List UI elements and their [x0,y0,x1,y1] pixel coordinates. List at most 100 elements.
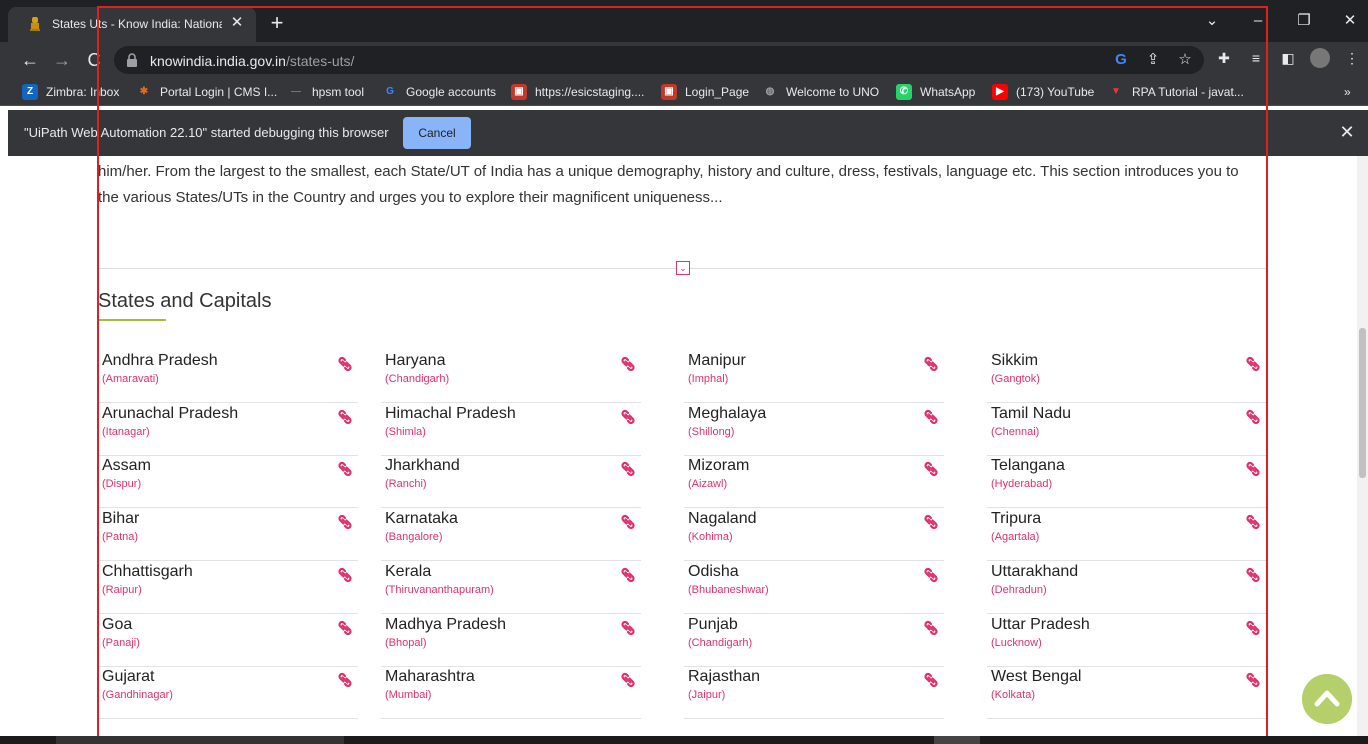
state-name[interactable]: Manipur [688,352,746,370]
link-icon[interactable] [1244,619,1262,637]
bookmark-item[interactable]: ▼ RPA Tutorial - javat... [1108,83,1244,101]
state-item[interactable]: Mizoram (Aizawl) [684,455,944,509]
link-icon[interactable] [922,566,940,584]
state-name[interactable]: Meghalaya [688,405,766,423]
scrollbar-thumb[interactable] [1359,328,1366,478]
state-item[interactable]: Bihar (Patna) [98,508,358,562]
close-window-button[interactable]: ✕ [1336,8,1364,34]
state-name[interactable]: Assam [102,457,151,475]
state-item[interactable]: Uttarakhand (Dehradun) [987,561,1266,614]
bookmarks-overflow-icon[interactable]: » [1344,83,1351,101]
state-name[interactable]: Himachal Pradesh [385,405,516,423]
state-name[interactable]: Odisha [688,563,739,581]
back-button[interactable]: ← [18,48,42,72]
link-icon[interactable] [922,513,940,531]
cancel-button[interactable]: Cancel [403,117,471,149]
tab-search-button[interactable]: ⌄ [1198,8,1226,34]
link-icon[interactable] [1244,408,1262,426]
collapse-chevron-icon[interactable]: ⌄ [676,261,690,275]
state-item[interactable]: Himachal Pradesh (Shimla) [381,403,641,456]
state-item[interactable]: Goa (Panaji) [98,614,358,667]
address-bar[interactable]: knowindia.india.gov.in/states-uts/ G ⇪ ☆ [114,46,1204,74]
state-name[interactable]: Arunachal Pradesh [102,405,238,423]
bookmark-item[interactable]: ✆ WhatsApp [896,83,975,101]
link-icon[interactable] [336,460,354,478]
state-name[interactable]: Gujarat [102,668,154,686]
link-icon[interactable] [619,408,637,426]
link-icon[interactable] [922,355,940,373]
state-item[interactable]: Tamil Nadu (Chennai) [987,403,1266,456]
side-panel-icon[interactable]: ◧ [1278,48,1298,68]
state-name[interactable]: Rajasthan [688,668,760,686]
reading-list-icon[interactable]: ≡ [1246,48,1266,68]
state-name[interactable]: Uttarakhand [991,563,1078,581]
link-icon[interactable] [1244,671,1262,689]
link-icon[interactable] [1244,460,1262,478]
menu-icon[interactable]: ⋮ [1342,48,1362,68]
state-name[interactable]: Madhya Pradesh [385,616,506,634]
state-item[interactable]: Meghalaya (Shillong) [684,403,944,456]
bookmark-item[interactable]: ✱ Portal Login | CMS I... [136,83,277,101]
link-icon[interactable] [1244,566,1262,584]
bookmark-item[interactable]: G Google accounts [382,83,496,101]
link-icon[interactable] [922,671,940,689]
link-icon[interactable] [619,619,637,637]
state-name[interactable]: Mizoram [688,457,749,475]
link-icon[interactable] [336,671,354,689]
state-item[interactable]: Chhattisgarh (Raipur) [98,561,358,614]
link-icon[interactable] [619,513,637,531]
reload-button[interactable]: C [82,48,106,72]
state-name[interactable]: Uttar Pradesh [991,616,1090,634]
state-item[interactable]: Nagaland (Kohima) [684,508,944,562]
state-item[interactable]: Karnataka (Bangalore) [381,508,641,562]
new-tab-button[interactable]: + [266,12,288,34]
state-item[interactable]: Andhra Pradesh (Amaravati) [98,350,358,403]
link-icon[interactable] [619,671,637,689]
link-icon[interactable] [336,566,354,584]
state-item[interactable]: Madhya Pradesh (Bhopal) [381,614,641,667]
taskbar-item[interactable] [934,736,980,744]
link-icon[interactable] [336,513,354,531]
state-name[interactable]: Nagaland [688,510,757,528]
restore-button[interactable]: ❐ [1290,8,1318,34]
link-icon[interactable] [336,619,354,637]
state-item[interactable]: West Bengal (Kolkata) [987,666,1266,720]
state-item[interactable]: Jharkhand (Ranchi) [381,455,641,509]
state-name[interactable]: Karnataka [385,510,458,528]
state-name[interactable]: Jharkhand [385,457,460,475]
state-item[interactable]: Gujarat (Gandhinagar) [98,666,358,720]
link-icon[interactable] [619,355,637,373]
link-icon[interactable] [619,460,637,478]
state-name[interactable]: West Bengal [991,668,1081,686]
forward-button[interactable]: → [50,48,74,72]
bookmark-item[interactable]: ▣ https://esicstaging.... [511,83,644,101]
extensions-icon[interactable]: ✚ [1214,48,1234,68]
state-name[interactable]: Bihar [102,510,139,528]
taskbar-item[interactable] [56,736,344,744]
share-icon[interactable]: ⇪ [1144,51,1162,69]
state-name[interactable]: Tripura [991,510,1041,528]
state-name[interactable]: Kerala [385,563,431,581]
link-icon[interactable] [619,566,637,584]
state-name[interactable]: Telangana [991,457,1065,475]
state-item[interactable]: Arunachal Pradesh (Itanagar) [98,403,358,456]
state-name[interactable]: Tamil Nadu [991,405,1071,423]
state-name[interactable]: Sikkim [991,352,1038,370]
state-name[interactable]: Maharashtra [385,668,475,686]
state-item[interactable]: Haryana (Chandigarh) [381,350,641,403]
link-icon[interactable] [1244,355,1262,373]
bookmark-item[interactable]: ◍ Welcome to UNO [762,83,880,101]
state-name[interactable]: Haryana [385,352,445,370]
bookmark-item[interactable]: ▣ Login_Page [661,83,749,101]
bookmark-item[interactable]: ▶ (173) YouTube [992,83,1094,101]
state-name[interactable]: Chhattisgarh [102,563,193,581]
state-name[interactable]: Andhra Pradesh [102,352,218,370]
state-name[interactable]: Punjab [688,616,738,634]
link-icon[interactable] [1244,513,1262,531]
bookmark-item[interactable]: Z Zimbra: Inbox [22,83,119,101]
state-item[interactable]: Punjab (Chandigarh) [684,614,944,667]
state-item[interactable]: Telangana (Hyderabad) [987,455,1266,509]
active-tab[interactable]: States Uts - Know India: National Portal… [8,7,256,42]
state-item[interactable]: Tripura (Agartala) [987,508,1266,562]
state-item[interactable]: Sikkim (Gangtok) [987,350,1266,403]
